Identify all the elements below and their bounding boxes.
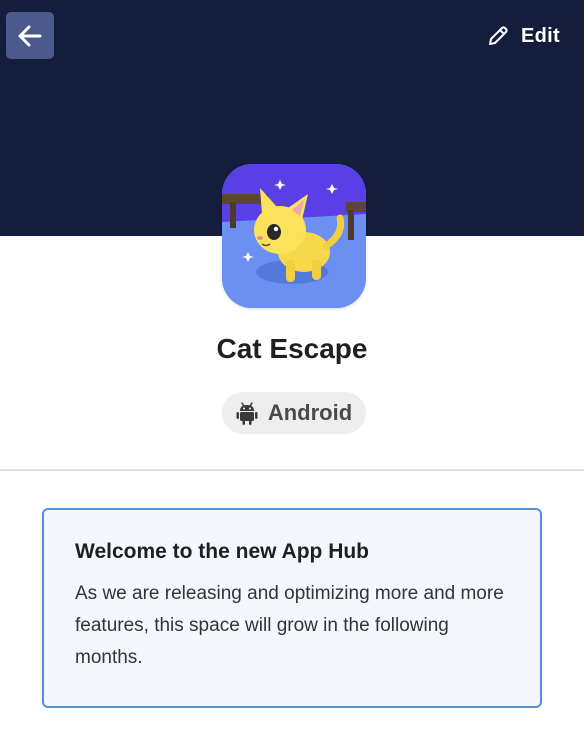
app-detail-page: Edit Cat Escape Android Welcome to the n… <box>0 0 584 734</box>
pencil-icon <box>489 26 508 45</box>
android-icon <box>236 402 258 425</box>
cat-escape-app-icon <box>222 164 366 308</box>
arrow-left-icon <box>18 25 42 46</box>
welcome-card-title: Welcome to the new App Hub <box>75 540 370 563</box>
edit-button[interactable]: Edit <box>487 20 560 52</box>
edit-label: Edit <box>521 24 560 47</box>
welcome-card-body: As we are releasing and optimizing more … <box>75 583 504 668</box>
app-title: Cat Escape <box>216 333 368 364</box>
section-divider <box>0 469 584 471</box>
back-button[interactable] <box>6 12 54 59</box>
platform-label: Android <box>267 400 353 425</box>
platform-badge: Android <box>222 392 366 434</box>
welcome-card: Welcome to the new App Hub As we are rel… <box>42 508 542 708</box>
